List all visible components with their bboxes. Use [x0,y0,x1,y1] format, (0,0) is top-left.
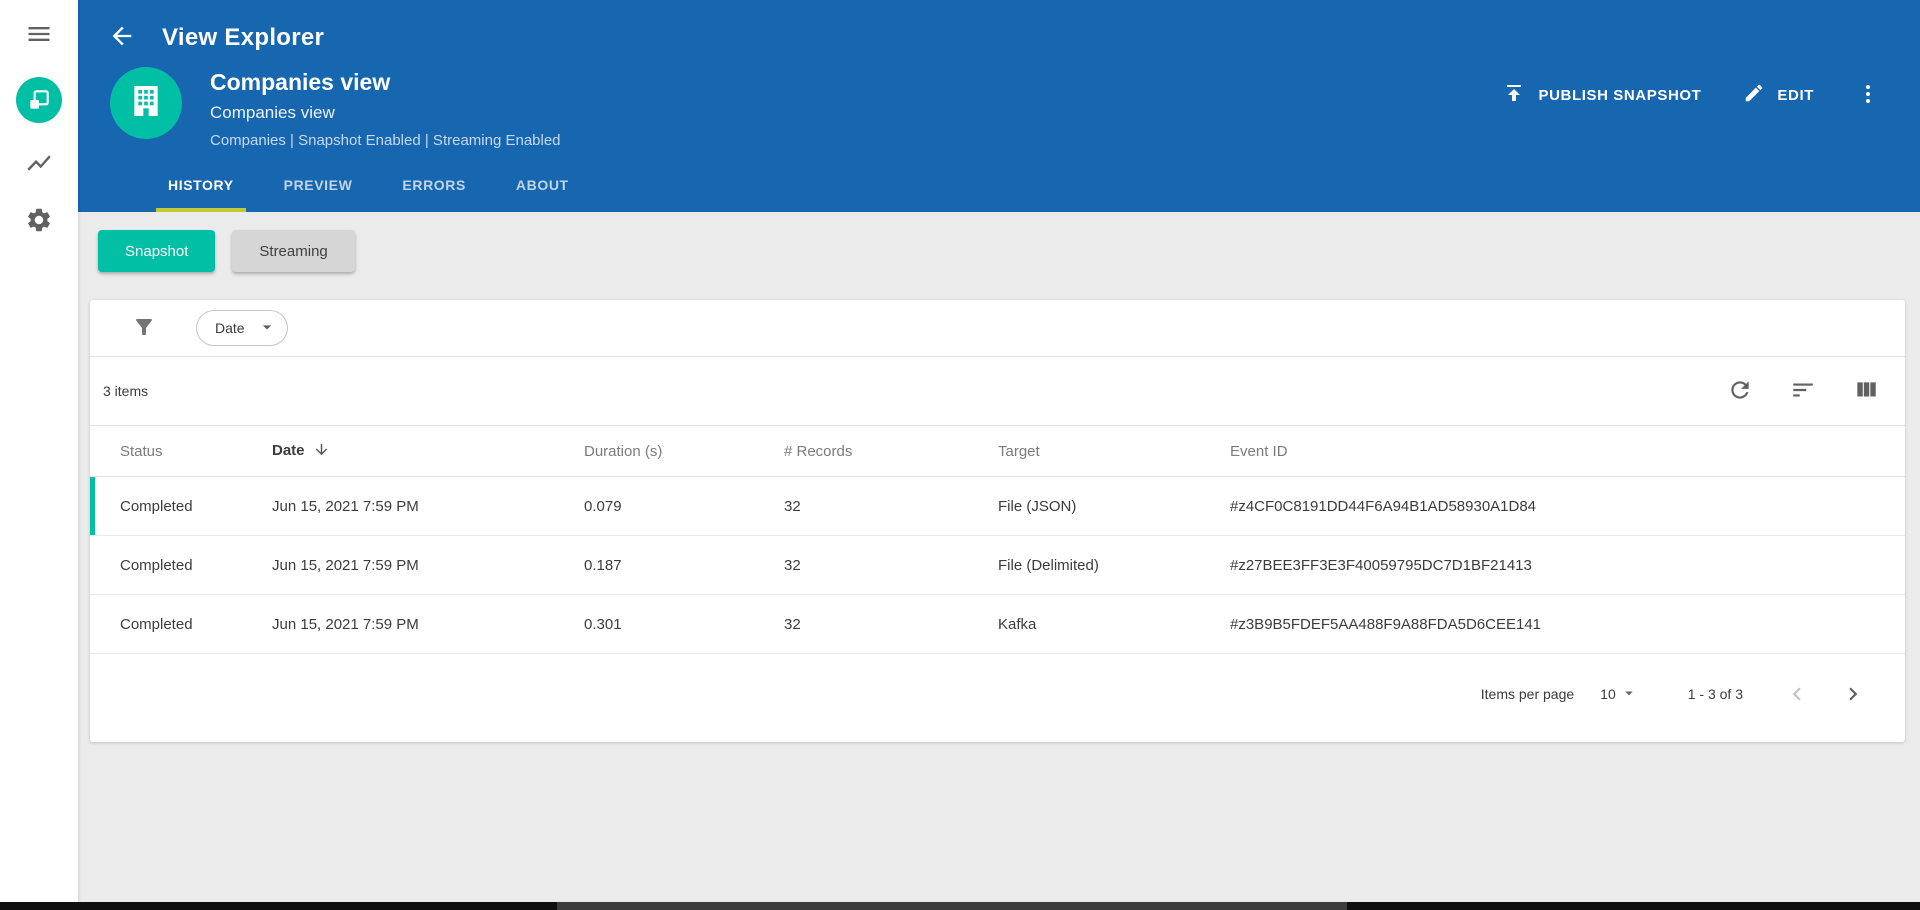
cell-status: Completed [90,535,272,595]
table-row[interactable]: Completed Jun 15, 2021 7:59 PM 0.301 32 … [90,594,1905,654]
cell-status: Completed [90,476,272,536]
refresh-icon[interactable] [1727,377,1753,406]
cell-records: 32 [784,535,998,595]
tab-about[interactable]: ABOUT [504,177,581,212]
view-header-row: Companies view Companies view Companies … [78,57,1920,149]
content-area: Snapshot Streaming Date 3 items Status D… [78,212,1920,902]
page-range: 1 - 3 of 3 [1687,686,1743,702]
publish-icon [1502,81,1526,109]
edit-label: EDIT [1777,86,1814,104]
settings-gear-icon[interactable] [25,206,53,237]
kebab-menu-icon[interactable] [1856,82,1880,109]
history-card: Date 3 items Status Date Duration (s) # … [90,300,1905,742]
sort-icon[interactable] [1790,377,1816,406]
cell-duration: 0.079 [584,476,784,536]
views-icon[interactable] [16,77,62,123]
items-bar: 3 items [90,357,1905,425]
sidebar [0,0,78,902]
cell-date: Jun 15, 2021 7:59 PM [272,476,584,536]
mode-toggles: Snapshot Streaming [78,230,1920,272]
cell-date: Jun 15, 2021 7:59 PM [272,535,584,595]
view-subtitle: Companies view [210,103,335,122]
history-table: Status Date Duration (s) # Records Targe… [90,425,1905,654]
tab-preview[interactable]: PREVIEW [272,177,365,212]
col-duration[interactable]: Duration (s) [584,425,784,477]
date-filter-label: Date [215,320,245,336]
cell-duration: 0.187 [584,535,784,595]
publish-label: PUBLISH SNAPSHOT [1538,86,1702,104]
table-toolbar-icons [1727,377,1879,406]
sort-desc-arrow-icon [313,441,330,462]
page-size-value: 10 [1600,686,1616,702]
pagination-bar: Items per page 10 1 - 3 of 3 [90,654,1905,742]
streaming-toggle[interactable]: Streaming [232,230,355,272]
col-event-id[interactable]: Event ID [1230,425,1905,477]
menu-icon[interactable] [25,20,53,51]
chevron-down-icon [1620,684,1638,705]
table-header-row: Status Date Duration (s) # Records Targe… [90,425,1905,477]
cell-target: Kafka [998,594,1230,654]
columns-icon[interactable] [1853,377,1879,406]
cell-records: 32 [784,594,998,654]
col-target[interactable]: Target [998,425,1230,477]
items-count: 3 items [103,383,149,399]
app-root: View Explorer Companies view Companies v… [0,0,1920,902]
cell-records: 32 [784,476,998,536]
publish-snapshot-button[interactable]: PUBLISH SNAPSHOT [1502,81,1701,109]
col-status[interactable]: Status [90,425,272,477]
table-row[interactable]: Completed Jun 15, 2021 7:59 PM 0.079 32 … [90,476,1905,536]
view-avatar [110,67,182,139]
cell-event-id: #z3B9B5FDEF5AA488F9A88FDA5D6CEE141 [1230,594,1905,654]
header-actions: PUBLISH SNAPSHOT EDIT [1502,67,1880,109]
chevron-right-icon[interactable] [1839,680,1867,708]
building-icon [126,81,166,126]
chevron-left-icon[interactable] [1783,680,1811,708]
main-column: View Explorer Companies view Companies v… [78,0,1920,902]
view-titles: Companies view Companies view Companies … [210,67,561,149]
cell-target: File (JSON) [998,476,1230,536]
view-meta: Companies | Snapshot Enabled | Streaming… [210,132,561,149]
filter-bar: Date [90,300,1905,356]
app-bar-title-row: View Explorer [78,0,1920,57]
scrollbar-thumb[interactable] [557,902,1347,910]
items-per-page-label: Items per page [1480,686,1575,702]
filter-funnel-icon[interactable] [132,315,156,342]
chart-icon[interactable] [25,149,53,180]
edit-pencil-icon [1743,82,1765,108]
cell-status: Completed [90,594,272,654]
cell-event-id: #z4CF0C8191DD44F6A94B1AD58930A1D84 [1230,476,1905,536]
snapshot-toggle[interactable]: Snapshot [98,230,216,272]
date-filter-chip[interactable]: Date [196,310,288,346]
chevron-down-icon [257,317,277,340]
page-title: View Explorer [162,23,325,51]
horizontal-scrollbar[interactable] [0,902,1920,910]
cell-event-id: #z27BEE3FF3E3F40059795DC7D1BF21413 [1230,535,1905,595]
tab-errors[interactable]: ERRORS [390,177,478,212]
app-bar: View Explorer Companies view Companies v… [78,0,1920,212]
col-date[interactable]: Date [272,425,584,477]
tab-bar: HISTORY PREVIEW ERRORS ABOUT [78,149,1920,212]
tab-history[interactable]: HISTORY [156,177,246,212]
page-size-select[interactable]: 10 [1600,684,1638,705]
view-title: Companies view [210,69,391,95]
cell-duration: 0.301 [584,594,784,654]
table-row[interactable]: Completed Jun 15, 2021 7:59 PM 0.187 32 … [90,535,1905,595]
back-arrow-icon[interactable] [108,22,136,53]
cell-date: Jun 15, 2021 7:59 PM [272,594,584,654]
col-records[interactable]: # Records [784,425,998,477]
col-date-label: Date [272,441,305,459]
cell-target: File (Delimited) [998,535,1230,595]
edit-button[interactable]: EDIT [1743,82,1814,108]
